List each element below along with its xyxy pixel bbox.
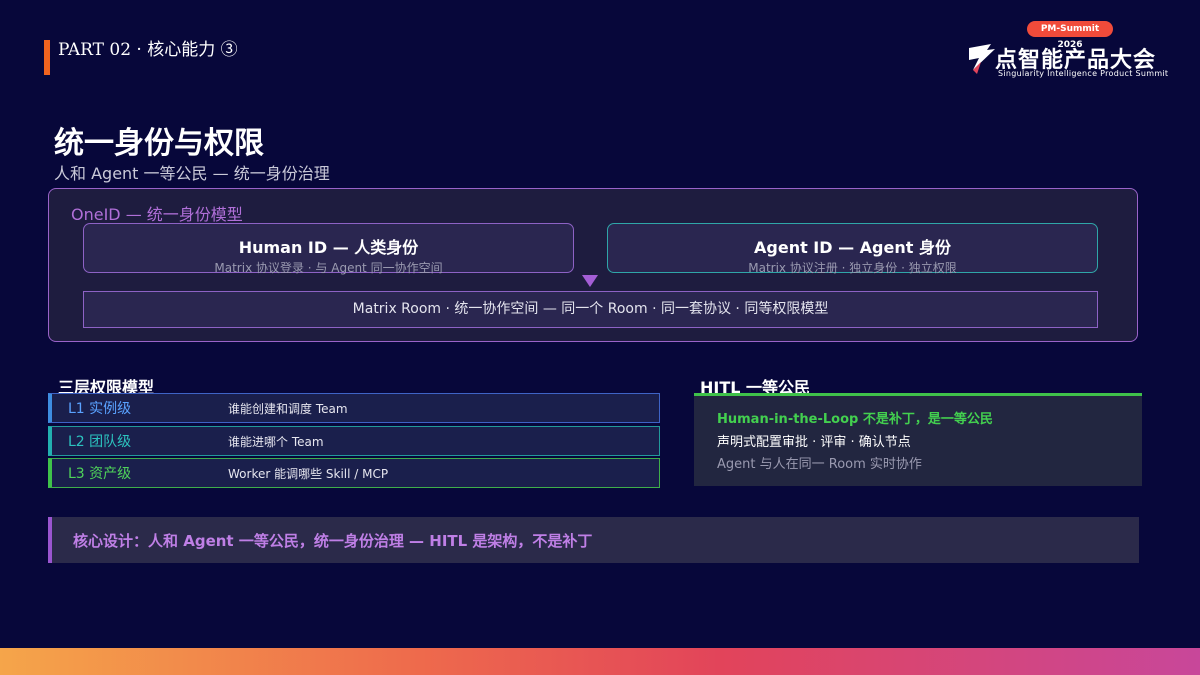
- slide-subtitle: 人和 Agent 一等公民 — 统一身份治理: [54, 164, 330, 183]
- part-accent-bar: [44, 40, 50, 75]
- permission-desc: 谁能进哪个 Team: [228, 434, 324, 449]
- logo-mark-icon: [969, 44, 995, 74]
- permission-level: L3 资产级: [68, 466, 132, 482]
- core-design-banner: 核心设计：人和 Agent 一等公民，统一身份治理 — HITL 是架构，不是补…: [48, 517, 1139, 563]
- human-id-title: Human ID — 人类身份: [238, 238, 419, 257]
- permission-row-l3: L3 资产级 Worker 能调哪些 Skill / MCP: [48, 458, 660, 488]
- human-id-desc: Matrix 协议登录 · 与 Agent 同一协作空间: [214, 261, 443, 275]
- part-label: PART 02 · 核心能力 ③: [58, 40, 238, 60]
- agent-id-desc: Matrix 协议注册 · 独立身份 · 独立权限: [748, 261, 957, 275]
- slide-title: 统一身份与权限: [54, 126, 264, 161]
- hitl-line-2: 声明式配置审批 · 评审 · 确认节点: [717, 435, 911, 450]
- matrix-room-box: Matrix Room · 统一协作空间 — 同一个 Room · 同一套协议 …: [83, 291, 1098, 328]
- oneid-title: OneID — 统一身份模型: [71, 205, 243, 224]
- logo-badge: PM-Summit 2026: [1027, 21, 1113, 50]
- summit-logo: PM-Summit 2026 点智能产品大会 Singularity Intel…: [965, 20, 1180, 82]
- permission-desc: 谁能创建和调度 Team: [228, 401, 348, 416]
- core-design-text: 核心设计：人和 Agent 一等公民，统一身份治理 — HITL 是架构，不是补…: [73, 532, 593, 550]
- hitl-line-1: Human-in-the-Loop 不是补丁，是一等公民: [717, 412, 993, 427]
- permission-level: L2 团队级: [68, 434, 132, 450]
- permission-level: L1 实例级: [68, 401, 132, 417]
- permission-row-l2: L2 团队级 谁能进哪个 Team: [48, 426, 660, 456]
- hitl-panel: Human-in-the-Loop 不是补丁，是一等公民 声明式配置审批 · 评…: [694, 393, 1142, 486]
- human-id-box: Human ID — 人类身份 Matrix 协议登录 · 与 Agent 同一…: [83, 223, 574, 275]
- permission-row-l1: L1 实例级 谁能创建和调度 Team: [48, 393, 660, 423]
- agent-id-box: Agent ID — Agent 身份 Matrix 协议注册 · 独立身份 ·…: [607, 223, 1098, 275]
- agent-id-title: Agent ID — Agent 身份: [754, 238, 951, 257]
- arrow-down-icon: [582, 275, 598, 287]
- permission-desc: Worker 能调哪些 Skill / MCP: [228, 466, 389, 481]
- bottom-gradient-bar: [0, 648, 1200, 675]
- hitl-line-3: Agent 与人在同一 Room 实时协作: [717, 457, 922, 472]
- logo-subtitle: Singularity Intelligence Product Summit: [998, 69, 1169, 78]
- oneid-panel: OneID — 统一身份模型 Human ID — 人类身份 Matrix 协议…: [48, 188, 1138, 342]
- part-header: PART 02 · 核心能力 ③: [44, 40, 238, 75]
